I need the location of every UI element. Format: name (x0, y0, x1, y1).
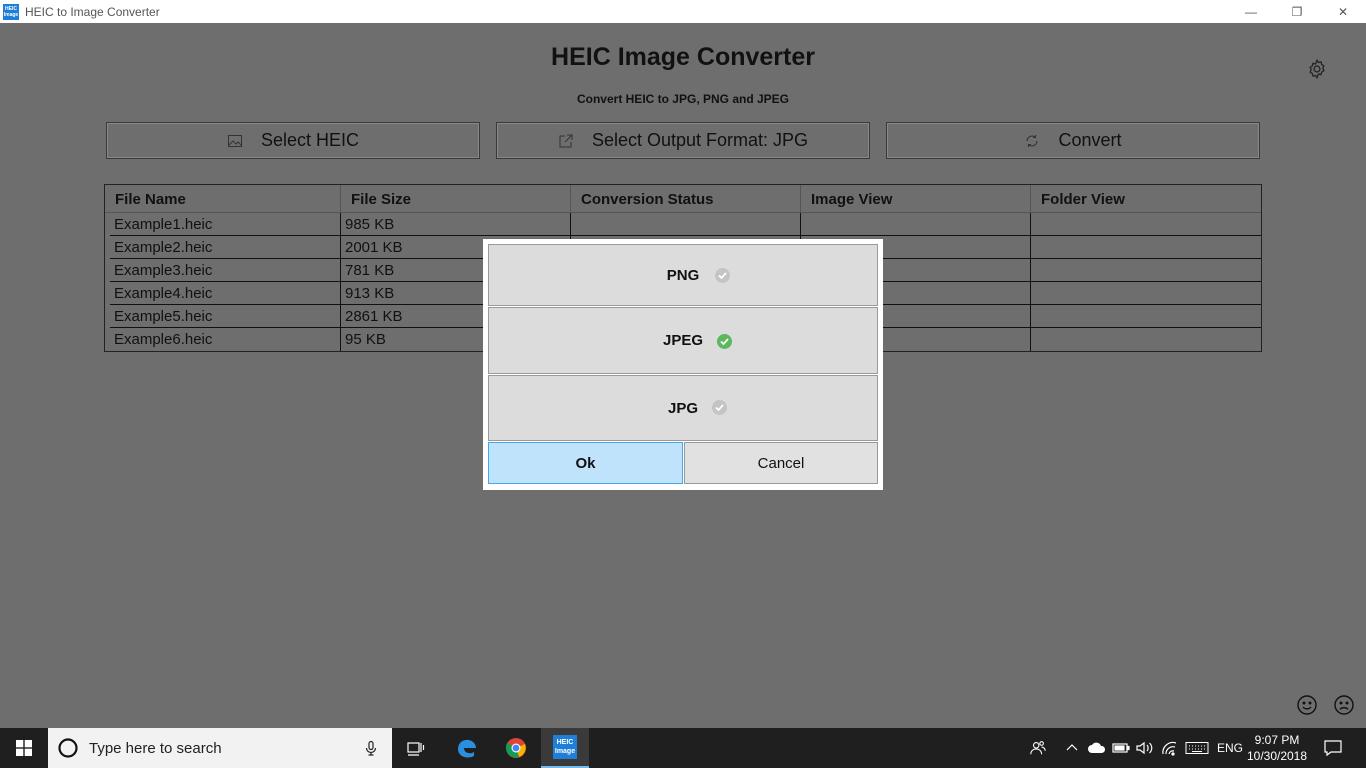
wifi-icon (1162, 741, 1177, 756)
export-icon (558, 133, 574, 149)
app-logo-icon: HEIC Image (3, 3, 19, 20)
format-dialog: PNG JPEG JPG Ok Cancel (483, 239, 883, 490)
folder-view-cell[interactable] (1031, 328, 1261, 351)
taskbar-heic-converter-button[interactable]: HEIC Image (541, 728, 589, 768)
volume-button[interactable] (1134, 728, 1156, 768)
frown-icon (1334, 695, 1354, 715)
window-title: HEIC to Image Converter (25, 4, 160, 19)
status-cell (571, 213, 801, 235)
cancel-button[interactable]: Cancel (684, 442, 878, 484)
action-center-button[interactable] (1318, 728, 1348, 768)
folder-view-cell[interactable] (1031, 305, 1261, 327)
taskbar-clock[interactable]: 9:07 PM 10/30/2018 (1242, 732, 1312, 764)
folder-view-cell[interactable] (1031, 213, 1261, 235)
page-title: HEIC Image Converter (551, 43, 815, 71)
speaker-icon (1136, 741, 1153, 755)
touch-keyboard-button[interactable] (1184, 728, 1210, 768)
format-option-label: JPEG (662, 332, 704, 349)
frown-feedback-button[interactable] (1333, 694, 1355, 716)
app-logo-text: HEIC Image (3, 5, 19, 18)
file-name-cell: Example2.heic (110, 236, 341, 258)
chrome-icon (505, 738, 526, 758)
close-button[interactable]: ✕ (1320, 0, 1366, 23)
maximize-button[interactable]: ❐ (1274, 0, 1320, 23)
select-heic-button[interactable]: Select HEIC (106, 122, 480, 159)
select-heic-label: Select HEIC (260, 130, 360, 150)
smile-feedback-button[interactable] (1296, 694, 1318, 716)
window-controls: — ❐ ✕ (1228, 0, 1366, 23)
column-header-folder-view[interactable]: Folder View (1031, 185, 1261, 212)
format-option-jpeg[interactable]: JPEG (488, 307, 878, 374)
taskbar: Type here to search HEIC Image ENG 9:07 … (0, 728, 1366, 768)
show-hidden-icons-button[interactable] (1062, 728, 1082, 768)
gear-icon (1309, 58, 1325, 80)
search-placeholder: Type here to search (89, 739, 222, 757)
format-option-jpg[interactable]: JPG (488, 375, 878, 441)
battery-button[interactable] (1110, 728, 1132, 768)
notification-icon (1324, 740, 1342, 757)
windows-logo-icon (16, 740, 32, 756)
convert-label: Convert (1058, 130, 1122, 150)
battery-icon (1112, 743, 1130, 753)
file-name-cell: Example1.heic (110, 213, 341, 235)
people-button[interactable] (1024, 728, 1052, 768)
unchecked-icon (712, 400, 727, 415)
file-name-cell: Example3.heic (110, 259, 341, 281)
onedrive-button[interactable] (1086, 728, 1108, 768)
table-header: File Name File Size Conversion Status Im… (105, 185, 1261, 213)
folder-view-cell[interactable] (1031, 282, 1261, 304)
settings-button[interactable] (1306, 58, 1328, 80)
column-header-conversion-status[interactable]: Conversion Status (571, 185, 801, 212)
image-view-cell[interactable] (801, 213, 1031, 235)
people-icon (1030, 741, 1046, 755)
cortana-icon (58, 738, 78, 758)
refresh-icon (1024, 133, 1040, 149)
convert-button[interactable]: Convert (886, 122, 1260, 159)
file-name-cell: Example4.heic (110, 282, 341, 304)
format-option-png[interactable]: PNG (488, 244, 878, 306)
ok-button[interactable]: Ok (488, 442, 683, 484)
chevron-up-icon (1066, 744, 1078, 751)
cloud-icon (1088, 742, 1106, 753)
select-output-format-button[interactable]: Select Output Format: JPG (496, 122, 870, 159)
taskbar-search-box[interactable]: Type here to search (48, 728, 392, 768)
file-name-cell: Example5.heic (110, 305, 341, 327)
microphone-icon[interactable] (363, 740, 379, 756)
format-option-label: PNG (666, 266, 700, 284)
folder-view-cell[interactable] (1031, 259, 1261, 281)
select-output-format-label: Select Output Format: JPG (591, 130, 809, 150)
heic-app-icon-text: HEIC Image (554, 739, 576, 755)
keyboard-icon (1185, 742, 1209, 754)
table-row[interactable]: Example1.heic 985 KB (110, 213, 1261, 236)
column-header-image-view[interactable]: Image View (801, 185, 1031, 212)
folder-view-cell[interactable] (1031, 236, 1261, 258)
clock-time: 9:07 PM (1254, 733, 1300, 747)
unchecked-icon (715, 268, 730, 283)
clock-date: 10/30/2018 (1246, 749, 1308, 763)
page-subtitle: Convert HEIC to JPG, PNG and JPEG (576, 92, 790, 106)
edge-icon (458, 739, 476, 758)
title-bar: HEIC Image HEIC to Image Converter — ❐ ✕ (0, 0, 1366, 23)
file-name-cell: Example6.heic (110, 328, 341, 351)
start-button[interactable] (0, 728, 48, 768)
image-icon (227, 133, 243, 149)
task-view-icon (407, 742, 425, 756)
taskbar-chrome-button[interactable] (492, 728, 540, 768)
file-size-cell: 985 KB (341, 213, 571, 235)
heic-app-icon: HEIC Image (553, 735, 577, 759)
smile-icon (1297, 695, 1317, 715)
check-circle-icon (717, 334, 732, 349)
column-header-file-name[interactable]: File Name (105, 185, 341, 212)
column-header-file-size[interactable]: File Size (341, 185, 571, 212)
task-view-button[interactable] (392, 728, 440, 768)
network-button[interactable] (1158, 728, 1182, 768)
format-option-label: JPG (667, 399, 698, 417)
taskbar-edge-button[interactable] (443, 728, 491, 768)
minimize-button[interactable]: — (1228, 0, 1274, 23)
